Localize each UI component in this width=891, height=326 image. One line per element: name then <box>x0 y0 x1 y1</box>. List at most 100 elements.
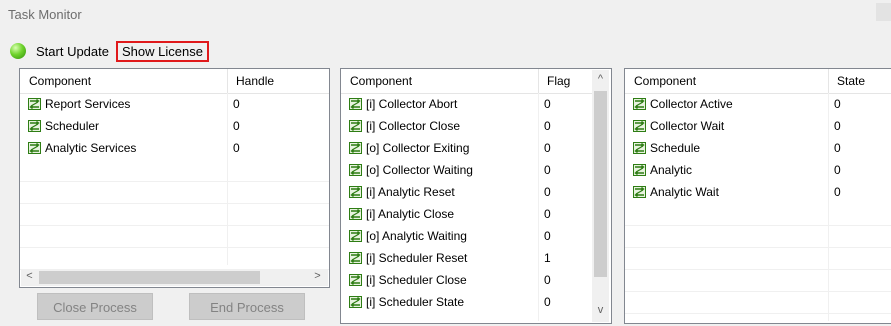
end-process-button[interactable]: End Process <box>189 293 305 320</box>
table-row[interactable]: Analytic Services 0 <box>20 137 329 159</box>
column-header-handle[interactable]: Handle <box>227 69 327 93</box>
empty-row <box>20 225 329 248</box>
close-process-button[interactable]: Close Process <box>37 293 153 320</box>
column-header-component[interactable]: Component <box>625 69 828 93</box>
toolbar: Start Update Show License <box>10 40 209 62</box>
empty-row <box>625 225 891 248</box>
component-icon <box>633 183 646 198</box>
column-header-state[interactable]: State <box>828 69 891 93</box>
component-icon <box>349 293 362 308</box>
table-row[interactable]: Report Services 0 <box>20 93 329 115</box>
table-row[interactable]: [i] Analytic Close 0 <box>341 203 593 225</box>
scroll-right-icon[interactable]: > <box>309 270 326 282</box>
scroll-left-icon[interactable]: < <box>21 270 38 282</box>
component-cell: Scheduler <box>28 115 227 137</box>
empty-row <box>625 291 891 314</box>
component-icon <box>28 139 41 154</box>
component-label: Collector Wait <box>650 119 725 133</box>
table-row[interactable]: Collector Wait 0 <box>625 115 891 137</box>
value-cell: 1 <box>544 251 551 265</box>
component-cell: Collector Wait <box>633 115 828 137</box>
list-header: Component State <box>625 69 891 94</box>
component-label: [i] Analytic Close <box>366 207 455 221</box>
table-row[interactable]: [i] Analytic Reset 0 <box>341 181 593 203</box>
component-cell: [i] Scheduler Close <box>349 269 538 291</box>
table-row[interactable]: Schedule 0 <box>625 137 891 159</box>
scroll-thumb[interactable] <box>39 271 260 284</box>
column-header-component[interactable]: Component <box>341 69 538 93</box>
table-row[interactable]: [o] Analytic Waiting 0 <box>341 225 593 247</box>
component-cell: [i] Scheduler State <box>349 291 538 313</box>
component-label: Report Services <box>45 97 131 111</box>
list-header: Component Handle <box>20 69 329 94</box>
component-label: [i] Analytic Reset <box>366 185 455 199</box>
table-row[interactable]: [o] Collector Waiting 0 <box>341 159 593 181</box>
value-cell: 0 <box>544 97 551 111</box>
column-header-component[interactable]: Component <box>20 69 227 93</box>
value-cell: 0 <box>544 185 551 199</box>
table-row[interactable]: Collector Active 0 <box>625 93 891 115</box>
empty-row <box>625 203 891 226</box>
value-cell: 0 <box>233 141 240 155</box>
empty-row <box>20 159 329 182</box>
vertical-scrollbar[interactable]: ^ v <box>592 70 609 322</box>
table-row[interactable]: [i] Collector Abort 0 <box>341 93 593 115</box>
component-cell: [o] Collector Exiting <box>349 137 538 159</box>
component-icon <box>349 95 362 110</box>
value-cell: 0 <box>834 119 841 133</box>
component-icon <box>349 205 362 220</box>
window-corner <box>876 3 891 21</box>
scroll-down-icon[interactable]: v <box>592 304 609 316</box>
table-row[interactable]: [i] Scheduler Reset 1 <box>341 247 593 269</box>
component-cell: [i] Analytic Reset <box>349 181 538 203</box>
component-icon <box>349 117 362 132</box>
start-update-button[interactable]: Start Update <box>32 41 113 62</box>
show-license-button[interactable]: Show License <box>116 40 209 62</box>
value-cell: 0 <box>544 229 551 243</box>
component-cell: [i] Collector Abort <box>349 93 538 115</box>
component-icon <box>28 117 41 132</box>
component-icon <box>349 227 362 242</box>
component-cell: [o] Analytic Waiting <box>349 225 538 247</box>
component-icon <box>349 139 362 154</box>
table-row[interactable]: [i] Scheduler Close 0 <box>341 269 593 291</box>
table-row[interactable]: [o] Collector Exiting 0 <box>341 137 593 159</box>
empty-row <box>20 247 329 270</box>
handle-list[interactable]: Component Handle Report Services 0 Schedul… <box>19 68 330 288</box>
component-cell: [i] Collector Close <box>349 115 538 137</box>
table-row[interactable]: Analytic Wait 0 <box>625 181 891 203</box>
value-cell: 0 <box>233 119 240 133</box>
component-label: [i] Scheduler State <box>366 295 465 309</box>
component-label: [o] Collector Waiting <box>366 163 473 177</box>
flag-list[interactable]: Component Flag [i] Collector Abort 0 [i] C… <box>340 68 612 324</box>
value-cell: 0 <box>834 185 841 199</box>
table-row[interactable]: [i] Collector Close 0 <box>341 115 593 137</box>
value-cell: 0 <box>544 163 551 177</box>
scroll-thumb[interactable] <box>594 91 607 277</box>
table-row[interactable]: Analytic 0 <box>625 159 891 181</box>
table-row[interactable]: Scheduler 0 <box>20 115 329 137</box>
component-label: [i] Scheduler Close <box>366 273 467 287</box>
column-header-flag[interactable]: Flag <box>538 69 592 93</box>
value-cell: 0 <box>544 207 551 221</box>
component-cell: Schedule <box>633 137 828 159</box>
scroll-up-icon[interactable]: ^ <box>592 73 609 85</box>
component-label: [i] Scheduler Reset <box>366 251 468 265</box>
green-status-orb-icon <box>10 43 26 59</box>
value-cell: 0 <box>834 97 841 111</box>
component-icon <box>633 95 646 110</box>
component-label: [o] Analytic Waiting <box>366 229 467 243</box>
component-label: [i] Collector Close <box>366 119 461 133</box>
state-list[interactable]: Component State Collector Active 0 Collect… <box>624 68 891 324</box>
component-cell: [i] Scheduler Reset <box>349 247 538 269</box>
empty-row <box>20 181 329 204</box>
empty-row <box>20 203 329 226</box>
table-row[interactable]: [i] Scheduler State 0 <box>341 291 593 313</box>
component-icon <box>633 139 646 154</box>
window-title: Task Monitor <box>8 7 82 22</box>
value-cell: 0 <box>834 163 841 177</box>
empty-row <box>625 247 891 270</box>
component-cell: [o] Collector Waiting <box>349 159 538 181</box>
component-icon <box>349 249 362 264</box>
horizontal-scrollbar[interactable]: < > <box>21 269 328 286</box>
